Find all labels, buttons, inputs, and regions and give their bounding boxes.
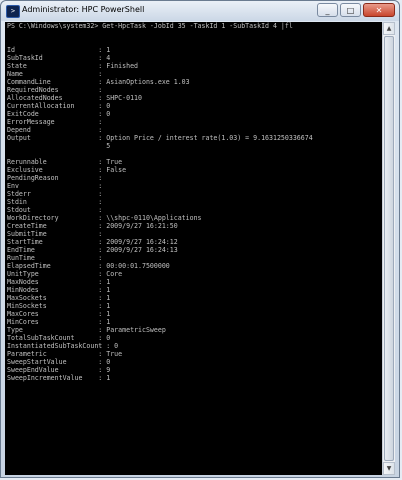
console-line: SubmitTime : xyxy=(7,230,103,238)
console-line: MaxCores : 1 xyxy=(7,310,111,318)
console-line: Depend : xyxy=(7,126,103,134)
console-line: MinCores : 1 xyxy=(7,318,111,326)
powershell-icon[interactable]: > xyxy=(6,5,20,18)
console-line: RequiredNodes : xyxy=(7,86,103,94)
console-line: EndTime : 2009/9/27 16:24:13 xyxy=(7,246,178,254)
powershell-window: > Administrator: HPC PowerShell _ □ ✕ PS… xyxy=(0,0,400,478)
console-line: UnitType : Core xyxy=(7,270,123,278)
console-line: Stdin : xyxy=(7,198,103,206)
console-line: PendingReason : xyxy=(7,174,103,182)
console-line: MaxNodes : 1 xyxy=(7,278,111,286)
scroll-down-button[interactable]: ▼ xyxy=(383,462,395,475)
console-line: CreateTime : 2009/9/27 16:21:50 xyxy=(7,222,178,230)
console-output[interactable]: PS C:\Windows\system32> Get-HpcTask -Job… xyxy=(5,22,385,475)
console-line: InstantiatedSubTaskCount : 0 xyxy=(7,342,119,350)
console-line: SweepEndValue : 9 xyxy=(7,366,111,374)
console-line: Id : 1 xyxy=(7,46,111,54)
console-line: CommandLine : AsianOptions.exe 1.03 xyxy=(7,78,190,86)
caption-buttons: _ □ ✕ xyxy=(317,3,395,17)
console-line: PS C:\Windows\system32> Get-HpcTask -Job… xyxy=(7,22,293,30)
console-line: TotalSubTaskCount : 0 xyxy=(7,334,111,342)
console-line: MaxSockets : 1 xyxy=(7,294,111,302)
console-line: Stderr : xyxy=(7,190,103,198)
console-line: Output : Option Price / interest rate(1.… xyxy=(7,134,313,142)
vertical-scrollbar[interactable]: ▲ ▼ xyxy=(382,22,395,475)
console-line: MinSockets : 1 xyxy=(7,302,111,310)
console-line: ErrorMessage : xyxy=(7,118,103,126)
console-line: ExitCode : 0 xyxy=(7,110,111,118)
minimize-button[interactable]: _ xyxy=(317,3,338,17)
console-line: SubTaskId : 4 xyxy=(7,54,111,62)
console-line: CurrentAllocation : 0 xyxy=(7,102,111,110)
window-title: Administrator: HPC PowerShell xyxy=(22,5,145,14)
console-line: Stdout : xyxy=(7,206,103,214)
console-line: RunTime : xyxy=(7,254,103,262)
console-line: Rerunnable : True xyxy=(7,158,123,166)
scrollbar-thumb[interactable] xyxy=(384,36,394,461)
console-line: 5 xyxy=(7,142,111,150)
console-line: Env : xyxy=(7,182,103,190)
console-line: Name : xyxy=(7,70,103,78)
console-line: WorkDirectory : \\shpc-0110\Applications xyxy=(7,214,202,222)
console-line: SweepIncrementValue : 1 xyxy=(7,374,111,382)
console-line: MinNodes : 1 xyxy=(7,286,111,294)
console-lines: PS C:\Windows\system32> Get-HpcTask -Job… xyxy=(5,22,385,382)
console-line: Parametric : True xyxy=(7,350,123,358)
console-line: Type : ParametricSweep xyxy=(7,326,166,334)
console-line: StartTime : 2009/9/27 16:24:12 xyxy=(7,238,178,246)
console-line: State : Finished xyxy=(7,62,139,70)
close-button[interactable]: ✕ xyxy=(363,3,395,17)
console-line: Exclusive : False xyxy=(7,166,127,174)
console-line: SweepStartValue : 0 xyxy=(7,358,111,366)
console-line: ElapsedTime : 00:00:01.7500000 xyxy=(7,262,170,270)
console-line: AllocatedNodes : SHPC-0110 xyxy=(7,94,142,102)
scroll-up-button[interactable]: ▲ xyxy=(383,22,395,35)
maximize-button[interactable]: □ xyxy=(340,3,361,17)
title-bar[interactable]: > Administrator: HPC PowerShell _ □ ✕ xyxy=(1,1,399,21)
